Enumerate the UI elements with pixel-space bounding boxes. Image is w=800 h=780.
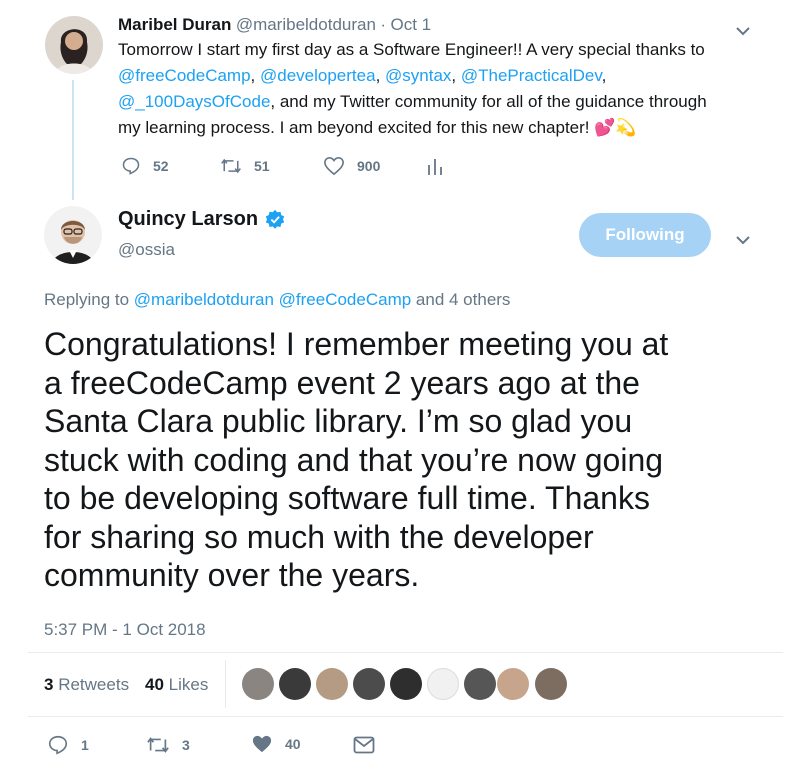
main-text-line: Congratulations! I remember meeting you …	[44, 326, 669, 362]
parent-retweet-count: 51	[254, 158, 270, 174]
main-tweet-text: Congratulations! I remember meeting you …	[44, 325, 784, 595]
reply-count: 1	[81, 737, 89, 753]
reply-action[interactable]: 1	[47, 734, 89, 756]
retweet-icon	[221, 158, 241, 174]
mention-link[interactable]: @syntax	[385, 66, 451, 85]
main-author-handle[interactable]: @ossia	[118, 240, 175, 260]
parent-reply-count: 52	[153, 158, 169, 174]
parent-avatar[interactable]	[45, 16, 103, 74]
like-action[interactable]: 40	[251, 734, 301, 754]
main-avatar[interactable]	[44, 206, 102, 264]
mention-link[interactable]: @freeCodeCamp	[118, 66, 251, 85]
retweets-stat[interactable]: 3 Retweets	[44, 675, 129, 695]
main-text-line: Santa Clara public library. I’m so glad …	[44, 403, 633, 439]
liker-avatar[interactable]	[390, 668, 422, 700]
envelope-icon[interactable]	[353, 736, 375, 759]
main-text-line: to be developing software full time. Tha…	[44, 480, 650, 516]
verified-badge-icon	[265, 209, 285, 229]
main-text-line: stuck with coding and that you’re now go…	[44, 441, 664, 478]
thread-connector-line	[72, 80, 74, 200]
parent-text-line3-rest: , and my Twitter community for all of th…	[270, 92, 707, 111]
liker-avatar[interactable]	[427, 668, 459, 700]
parent-text-line1: Tomorrow I start my first day as a Softw…	[118, 40, 705, 59]
like-count: 40	[285, 736, 301, 752]
replying-suffix[interactable]: and 4 others	[416, 290, 511, 309]
parent-text-line3: @_100DaysOfCode, and my Twitter communit…	[118, 89, 778, 115]
liker-avatar[interactable]	[316, 668, 348, 700]
replying-mention[interactable]: @freeCodeCamp	[279, 290, 412, 309]
parent-retweet-action[interactable]: 51	[220, 156, 270, 176]
emoji: 💕💫	[594, 118, 637, 137]
retweets-stat-label: Retweets	[58, 675, 130, 694]
replying-prefix: Replying to	[44, 290, 130, 309]
heart-icon	[252, 735, 272, 753]
likes-stat[interactable]: 40 Likes	[145, 675, 208, 695]
main-text-line: community over the years.	[44, 557, 420, 593]
mention-link[interactable]: @developertea	[260, 66, 376, 85]
parent-text-line4-content: my learning process. I am beyond excited…	[118, 118, 590, 137]
parent-reply-action[interactable]: 52	[121, 156, 169, 176]
reply-icon	[48, 735, 68, 755]
likes-stat-count: 40	[145, 675, 164, 694]
mention-link[interactable]: @_100DaysOfCode	[118, 92, 270, 111]
likes-stat-label: Likes	[168, 675, 209, 694]
parent-like-count: 900	[357, 158, 381, 174]
parent-text-line4: my learning process. I am beyond excited…	[118, 115, 778, 141]
parent-tweet-text: Tomorrow I start my first day as a Softw…	[118, 37, 778, 141]
liker-avatar[interactable]	[242, 668, 274, 700]
liker-avatar[interactable]	[497, 668, 529, 700]
liker-avatar[interactable]	[279, 668, 311, 700]
tweet-timestamp[interactable]: 5:37 PM - 1 Oct 2018	[44, 620, 206, 640]
retweets-stat-count: 3	[44, 675, 54, 694]
reply-icon	[122, 157, 140, 175]
parent-separator: ·	[380, 15, 387, 34]
chevron-down-icon[interactable]	[735, 232, 751, 250]
analytics-icon[interactable]	[427, 157, 443, 182]
divider	[28, 716, 783, 717]
mention-link[interactable]: @ThePracticalDev	[461, 66, 602, 85]
parent-author-handle[interactable]: @maribeldotduran	[236, 15, 376, 34]
main-text-line: for sharing so much with the developer	[44, 518, 594, 555]
divider	[28, 652, 783, 653]
parent-text-line2: @freeCodeCamp, @developertea, @syntax, @…	[118, 66, 607, 85]
following-button[interactable]: Following	[579, 213, 711, 257]
replying-mention[interactable]: @maribeldotduran	[134, 290, 274, 309]
replying-to-line: Replying to @maribeldotduran @freeCodeCa…	[44, 290, 510, 310]
main-author-name[interactable]: Quincy Larson	[118, 208, 258, 231]
parent-author-name[interactable]: Maribel Duran	[118, 15, 231, 34]
retweet-icon	[147, 737, 169, 753]
parent-like-action[interactable]: 900	[323, 156, 380, 176]
heart-icon	[324, 156, 344, 176]
stats-divider	[225, 660, 226, 708]
parent-date[interactable]: Oct 1	[391, 15, 432, 34]
liker-avatar[interactable]	[464, 668, 496, 700]
main-text-line: a freeCodeCamp event 2 years ago at the	[44, 364, 640, 401]
liker-avatar[interactable]	[353, 668, 385, 700]
retweet-count: 3	[182, 737, 190, 753]
liker-avatar[interactable]	[535, 668, 567, 700]
retweet-action[interactable]: 3	[146, 734, 190, 756]
